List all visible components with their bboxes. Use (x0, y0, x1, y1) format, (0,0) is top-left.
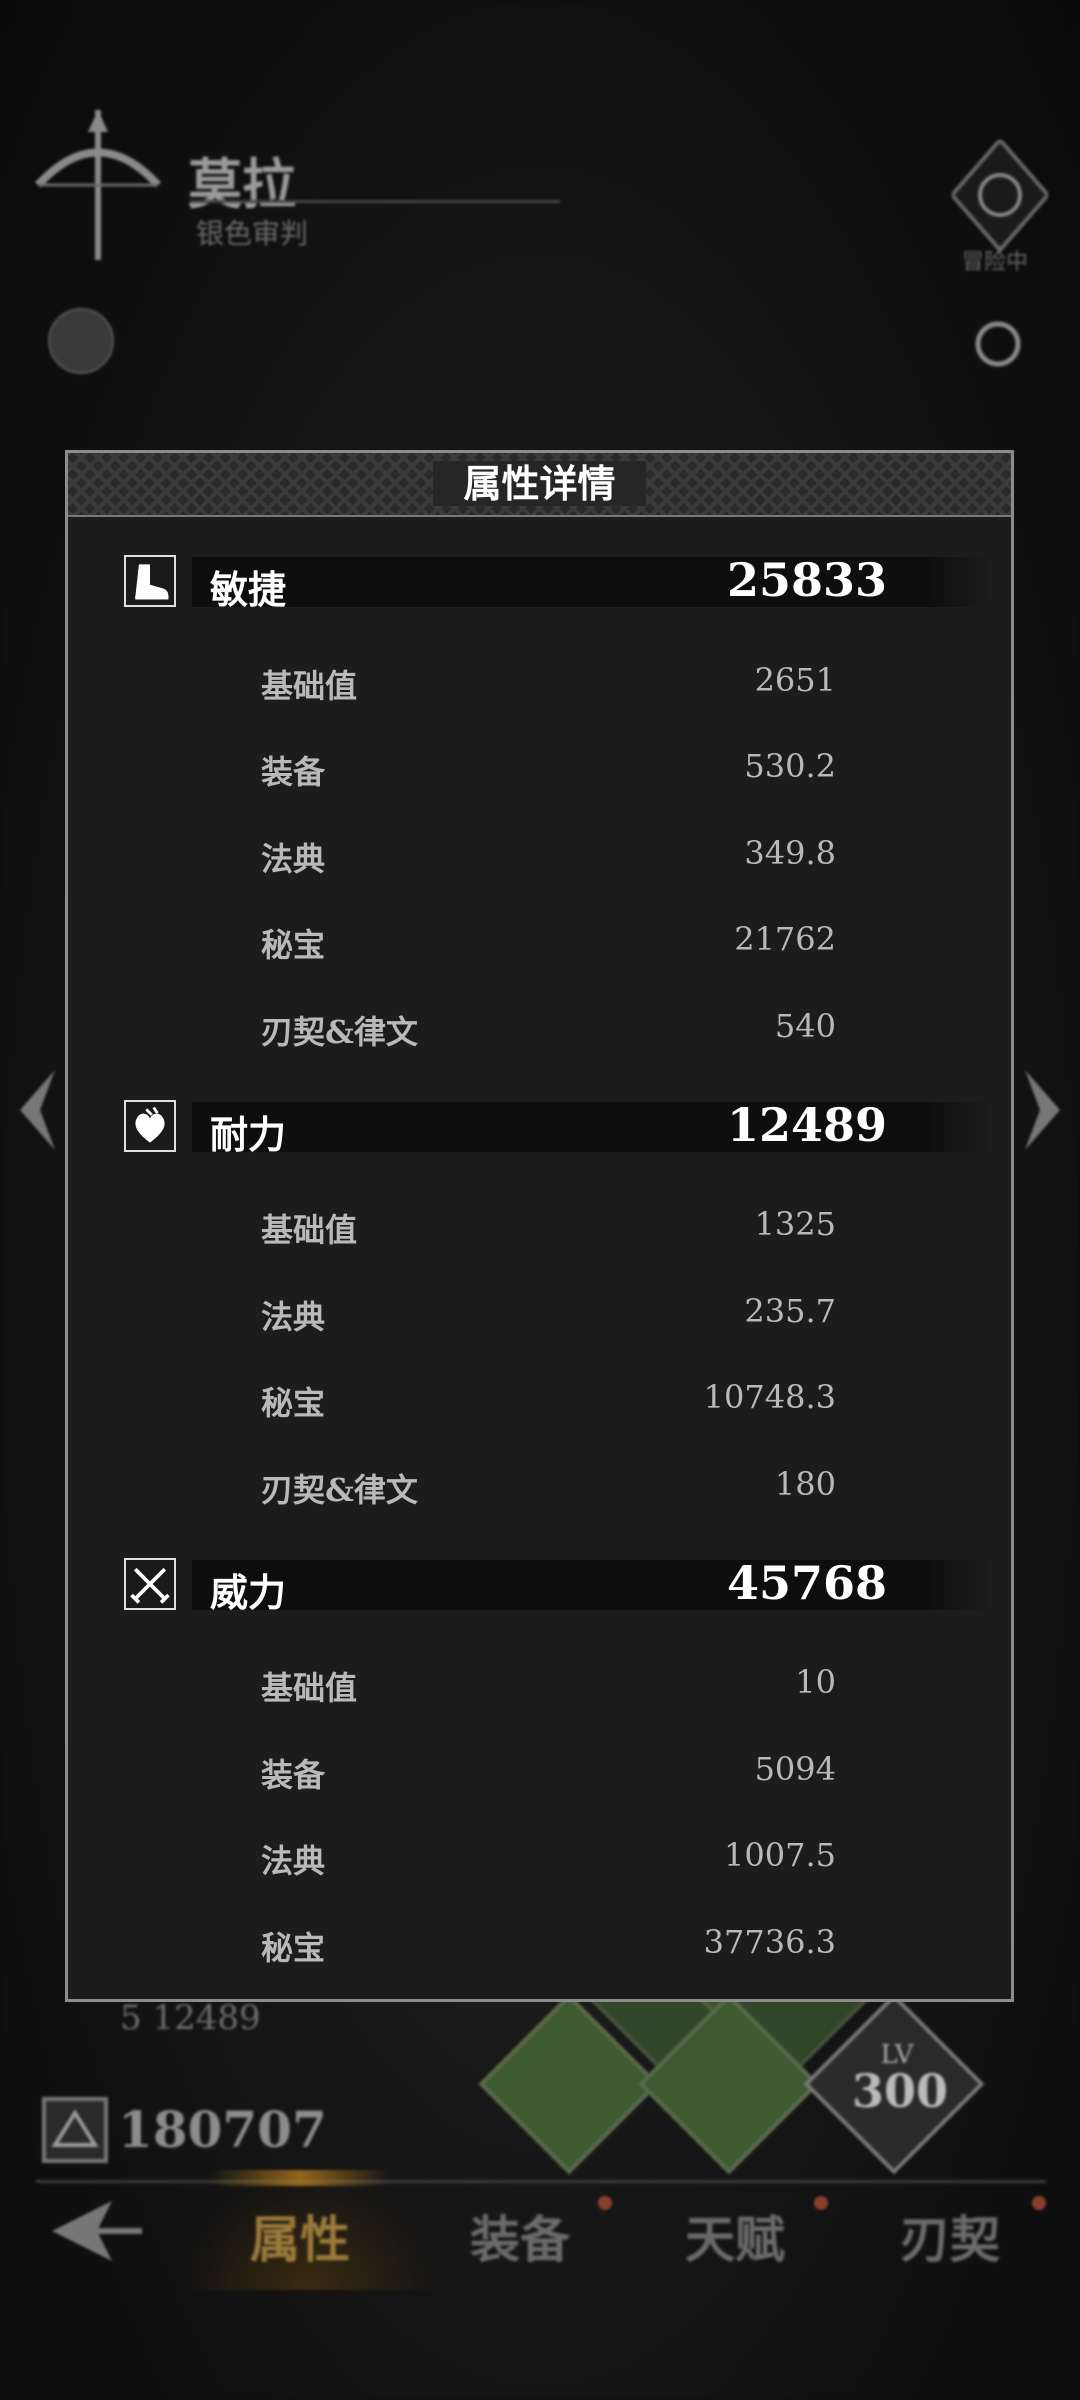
section-total: 12489 (726, 1098, 887, 1152)
next-arrow-icon[interactable] (1020, 1070, 1060, 1150)
row-label: 刃契&律文 (261, 1013, 418, 1051)
row-label: 法典 (261, 1298, 326, 1336)
row-label: 秘宝 (261, 1929, 326, 1967)
crossed-swords-icon (124, 1558, 176, 1610)
boot-icon (124, 555, 176, 607)
tab-blade-pact[interactable]: 刃契 (870, 2200, 1030, 2272)
power-icon (42, 2097, 108, 2163)
dialog-title: 属性详情 (433, 461, 646, 506)
section-name: 威力 (210, 1570, 287, 1615)
row-label: 法典 (261, 1842, 326, 1880)
row-label: 装备 (261, 1756, 326, 1794)
row-value: 180 (774, 1465, 836, 1503)
row-value: 530.2 (744, 747, 836, 785)
heart-icon (124, 1100, 176, 1152)
section-total: 45768 (726, 1556, 887, 1610)
row-label: 基础值 (261, 1669, 358, 1707)
row-label: 基础值 (261, 1211, 358, 1249)
row-value: 349.8 (744, 834, 836, 872)
avatar-button[interactable] (48, 308, 114, 374)
row-label: 秘宝 (261, 1384, 326, 1422)
power-value: 180707 (118, 2100, 327, 2159)
chat-icon[interactable] (972, 318, 1024, 370)
notification-dot (598, 2196, 612, 2210)
notification-dot (814, 2196, 828, 2210)
row-value: 1325 (754, 1205, 836, 1243)
character-name: 莫拉 (188, 152, 296, 216)
row-value: 21762 (734, 920, 836, 958)
row-value: 1007.5 (724, 1836, 836, 1874)
attribute-details-dialog: 属性详情 敏捷 25833 基础值 2651 装备 530.2 法典 349.8… (65, 450, 1014, 2002)
row-value: 37736.3 (703, 1923, 836, 1961)
section-name: 耐力 (210, 1112, 287, 1157)
row-value: 5094 (754, 1750, 836, 1788)
row-label: 装备 (261, 753, 326, 791)
row-value: 235.7 (744, 1292, 836, 1330)
level-value: 300 (852, 2064, 949, 2118)
row-label: 秘宝 (261, 926, 326, 964)
section-name: 敏捷 (210, 567, 287, 612)
dialog-title-wrap: 属性详情 (68, 453, 1011, 515)
row-value: 2651 (754, 661, 836, 699)
row-label: 刃契&律文 (261, 1471, 418, 1509)
row-value: 540 (774, 1007, 836, 1045)
section-total: 25833 (726, 553, 887, 607)
tab-equipment[interactable]: 装备 (440, 2200, 600, 2272)
row-label: 法典 (261, 840, 326, 878)
tab-attributes[interactable]: 属性 (220, 2200, 380, 2272)
nav-active-indicator (210, 2170, 390, 2186)
character-subtitle: 银色审判 (196, 217, 309, 250)
endurance-stat-text: 5 12489 (120, 1998, 261, 2038)
tab-talent[interactable]: 天赋 (655, 2200, 815, 2272)
name-underline (190, 200, 560, 203)
row-value: 10748.3 (703, 1378, 836, 1416)
row-label: 基础值 (261, 667, 358, 705)
notification-dot (1032, 2196, 1046, 2210)
bow-emblem-icon (35, 110, 161, 260)
back-icon[interactable] (52, 2196, 142, 2266)
badge-label: 冒险中 (962, 250, 1029, 275)
row-value: 10 (795, 1663, 836, 1701)
prev-arrow-icon[interactable] (20, 1070, 60, 1150)
